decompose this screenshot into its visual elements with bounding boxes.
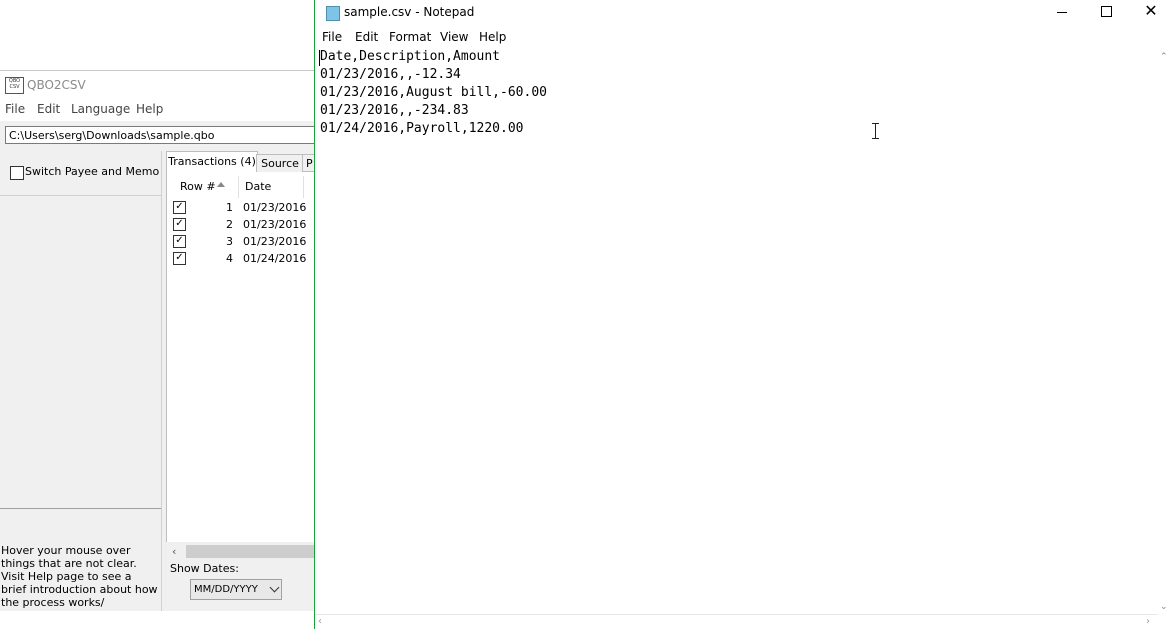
row-number: 1 [226, 201, 233, 214]
scrollbar-thumb[interactable] [186, 545, 316, 558]
chevron-down-icon [269, 582, 280, 593]
row-date: 01/24/2016 [243, 252, 307, 265]
text-line[interactable]: 01/24/2016,Payroll,1220.00 [320, 121, 524, 136]
scroll-right-icon[interactable]: › [1146, 616, 1150, 627]
close-button[interactable]: ✕ [1142, 2, 1160, 20]
notepad-icon [326, 6, 340, 21]
row-number: 4 [226, 252, 233, 265]
tab-source[interactable]: Source [256, 154, 304, 174]
qbo-menu-edit[interactable]: Edit [37, 102, 60, 116]
grid-horizontal-scrollbar[interactable]: ‹ [166, 544, 316, 559]
ibeam-cursor-icon [872, 138, 879, 139]
close-icon: ✕ [1144, 1, 1158, 20]
row-date: 01/23/2016 [243, 201, 307, 214]
column-header-date[interactable]: Date [240, 176, 304, 198]
text-caret [319, 50, 320, 66]
switch-payee-memo-label[interactable]: Switch Payee and Memo [25, 165, 159, 178]
text-line[interactable]: 01/23/2016,,-12.34 [320, 67, 461, 82]
scroll-left-icon[interactable]: ‹ [318, 616, 322, 627]
maximize-icon [1101, 6, 1112, 17]
notepad-menu-help[interactable]: Help [479, 30, 506, 44]
notepad-window: sample.csv - Notepad ✕ File Edit Format … [314, 0, 1170, 630]
qbo2csv-logo-icon: QBO CSV [5, 77, 24, 94]
ibeam-cursor-icon [872, 123, 879, 124]
sort-ascending-icon [217, 182, 225, 187]
qbo-menu-file[interactable]: File [5, 102, 25, 116]
row-checkbox[interactable]: ✓ [173, 218, 186, 231]
maximize-button[interactable] [1097, 2, 1115, 20]
date-format-select[interactable]: MM/DD/YYYY [190, 579, 282, 600]
row-checkbox[interactable]: ✓ [173, 235, 186, 248]
qbo2csv-title: QBO2CSV [27, 78, 86, 92]
qbo2csv-window: QBO CSV QBO2CSV File Edit Language Help … [0, 70, 317, 611]
scroll-up-icon[interactable]: ⌃ [1160, 52, 1168, 62]
notepad-vertical-scrollbar[interactable]: ⌃ ⌄ [1158, 48, 1170, 614]
table-row[interactable]: ✓ 2 01/23/2016 [167, 216, 317, 233]
text-line[interactable]: 01/23/2016,August bill,-60.00 [320, 85, 547, 100]
notepad-title: sample.csv - Notepad [344, 5, 475, 19]
row-date: 01/23/2016 [243, 235, 307, 248]
column-header-row-number[interactable]: Row # [167, 176, 239, 198]
notepad-menubar: File Edit Format View Help [315, 28, 1170, 48]
qbo2csv-titlebar: QBO CSV QBO2CSV [0, 71, 316, 99]
minimize-icon [1057, 12, 1067, 13]
options-panel [0, 151, 162, 611]
show-dates-label: Show Dates: [170, 562, 239, 575]
notepad-menu-file[interactable]: File [322, 30, 342, 44]
file-path-field[interactable]: C:\Users\serg\Downloads\sample.qbo [5, 126, 315, 144]
notepad-menu-format[interactable]: Format [389, 30, 431, 44]
tab-transactions[interactable]: Transactions (4) [166, 151, 258, 173]
scroll-down-icon[interactable]: ⌄ [1160, 602, 1168, 612]
row-checkbox[interactable]: ✓ [173, 201, 186, 214]
notepad-menu-edit[interactable]: Edit [355, 30, 378, 44]
switch-payee-memo-checkbox[interactable] [10, 166, 24, 180]
table-row[interactable]: ✓ 1 01/23/2016 [167, 199, 317, 216]
text-line[interactable]: 01/23/2016,,-234.83 [320, 103, 469, 118]
row-number: 2 [226, 218, 233, 231]
table-row[interactable]: ✓ 4 01/24/2016 [167, 250, 317, 267]
qbo-menu-help[interactable]: Help [136, 102, 163, 116]
text-line[interactable]: Date,Description,Amount [320, 49, 500, 64]
panel-divider [0, 195, 161, 196]
row-number: 3 [226, 235, 233, 248]
scroll-left-icon[interactable]: ‹ [172, 545, 176, 558]
ibeam-cursor-icon [875, 124, 876, 138]
table-row[interactable]: ✓ 3 01/23/2016 [167, 233, 317, 250]
transactions-grid: Row # Date ✓ 1 01/23/2016 ✓ 2 01/23/2016… [166, 172, 317, 542]
notepad-horizontal-scrollbar[interactable]: ‹ › [315, 614, 1158, 630]
notepad-text-area[interactable]: Date,Description,Amount 01/23/2016,,-12.… [316, 48, 1158, 614]
row-date: 01/23/2016 [243, 218, 307, 231]
panel-divider [0, 508, 161, 509]
date-format-value: MM/DD/YYYY [194, 584, 258, 595]
qbo-menu-language[interactable]: Language [71, 102, 130, 116]
row-checkbox[interactable]: ✓ [173, 252, 186, 265]
minimize-button[interactable] [1053, 2, 1071, 20]
qbo2csv-menubar: File Edit Language Help [0, 99, 316, 121]
help-hint-text: Hover your mouse over things that are no… [1, 544, 158, 609]
notepad-menu-view[interactable]: View [440, 30, 468, 44]
